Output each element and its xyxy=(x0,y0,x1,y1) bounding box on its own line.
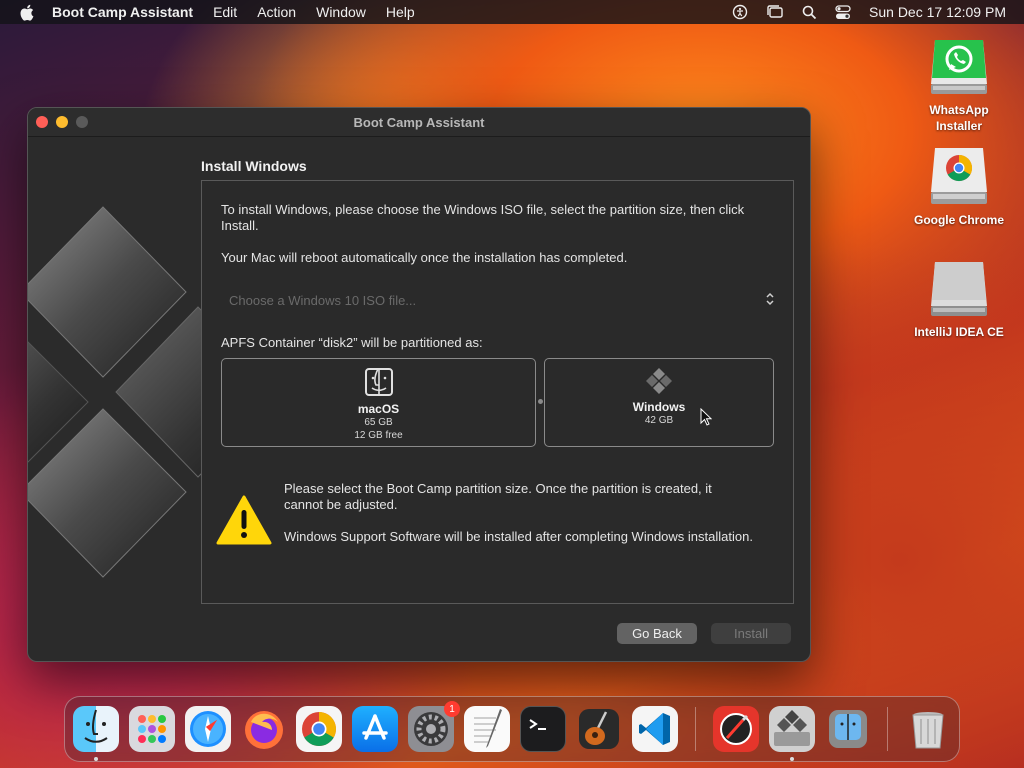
windows-partition-size: 42 GB xyxy=(644,415,674,426)
instruments-icon[interactable] xyxy=(713,706,759,752)
notification-badge: 1 xyxy=(444,701,460,717)
macos-partition-free: 12 GB free xyxy=(354,430,403,441)
desktop-icon-label: WhatsApp xyxy=(929,103,989,117)
disk-image-icon xyxy=(929,258,989,320)
system-settings-icon[interactable]: 1 xyxy=(408,701,460,752)
dock-separator xyxy=(695,707,696,751)
reboot-note: Your Mac will reboot automatically once … xyxy=(221,250,628,265)
warning-icon xyxy=(216,494,272,551)
chrome-drive-icon xyxy=(929,146,989,208)
search-icon[interactable] xyxy=(802,5,817,20)
iso-select-placeholder: Choose a Windows 10 ISO file... xyxy=(229,292,417,308)
title-bar[interactable]: Boot Camp Assistant xyxy=(28,108,810,137)
finder-icon[interactable] xyxy=(73,706,119,752)
updown-chevron-icon xyxy=(765,292,775,309)
partition-warning-text: Please select the Boot Camp partition si… xyxy=(284,481,712,512)
intro-text: To install Windows, please choose the Wi… xyxy=(221,202,745,233)
container-label: APFS Container “disk2” will be partition… xyxy=(221,335,483,350)
apple-menu-icon[interactable] xyxy=(0,4,52,21)
window-title: Boot Camp Assistant xyxy=(353,114,485,130)
macos-partition[interactable]: macOS 65 GB 12 GB free xyxy=(221,358,536,447)
finder-disk-icon xyxy=(364,367,394,400)
macos-partition-size: 65 GB xyxy=(364,417,393,428)
vscode-icon[interactable] xyxy=(632,706,678,752)
menu-window[interactable]: Window xyxy=(316,4,366,20)
macos-partition-name: macOS xyxy=(357,402,400,416)
iso-file-select[interactable]: Choose a Windows 10 ISO file... xyxy=(221,287,777,313)
boot-camp-assistant-icon[interactable] xyxy=(769,706,815,752)
desktop-icon-label-line2: Installer xyxy=(935,119,983,133)
migration-assistant-icon[interactable] xyxy=(825,706,871,752)
control-center-icon[interactable] xyxy=(835,4,851,20)
mouse-pointer-icon xyxy=(700,407,713,429)
desktop-icon-label: Google Chrome xyxy=(913,213,1004,227)
dock-separator xyxy=(887,707,888,751)
firefox-icon[interactable] xyxy=(241,706,287,752)
stage-manager-icon[interactable] xyxy=(766,4,784,20)
go-back-button[interactable]: Go Back xyxy=(617,623,697,644)
terminal-icon[interactable] xyxy=(520,706,566,752)
safari-icon[interactable] xyxy=(185,706,231,752)
menu-bar: Boot Camp Assistant Edit Action Window H… xyxy=(0,0,1024,24)
boot-camp-logo-art xyxy=(28,206,228,578)
desktop-icon-google-chrome[interactable]: Google Chrome xyxy=(904,146,1014,228)
launchpad-icon[interactable] xyxy=(129,706,175,752)
running-indicator xyxy=(790,757,794,761)
section-title: Install Windows xyxy=(201,158,307,174)
desktop-icon-whatsapp-installer[interactable]: WhatsApp Installer xyxy=(904,36,1014,134)
windows-partition[interactable]: Windows 42 GB xyxy=(544,358,774,447)
partition-divider-handle[interactable] xyxy=(538,399,543,404)
whatsapp-installer-icon xyxy=(929,36,989,98)
boot-camp-window: Boot Camp Assistant Install Windows To i… xyxy=(27,107,811,662)
accessibility-icon[interactable] xyxy=(732,4,748,20)
app-store-icon[interactable] xyxy=(352,706,398,752)
desktop-icon-label: IntelliJ IDEA CE xyxy=(914,325,1004,339)
chrome-icon[interactable] xyxy=(296,706,342,752)
support-software-text: Windows Support Software will be install… xyxy=(284,529,753,544)
menu-action[interactable]: Action xyxy=(257,4,296,20)
app-name-menu[interactable]: Boot Camp Assistant xyxy=(52,4,193,20)
trash-icon[interactable] xyxy=(905,706,951,752)
textedit-icon[interactable] xyxy=(464,706,510,752)
boot-camp-icon xyxy=(644,367,674,398)
install-content-panel: To install Windows, please choose the Wi… xyxy=(201,180,794,604)
garageband-icon[interactable] xyxy=(576,706,622,752)
dock: 1 xyxy=(64,696,960,762)
menu-help[interactable]: Help xyxy=(386,4,415,20)
menu-edit[interactable]: Edit xyxy=(213,4,237,20)
menu-clock[interactable]: Sun Dec 17 12:09 PM xyxy=(869,4,1006,20)
running-indicator xyxy=(94,757,98,761)
windows-partition-name: Windows xyxy=(632,400,686,414)
desktop-icon-intellij-idea-ce[interactable]: IntelliJ IDEA CE xyxy=(904,258,1014,340)
install-button[interactable]: Install xyxy=(711,623,791,644)
